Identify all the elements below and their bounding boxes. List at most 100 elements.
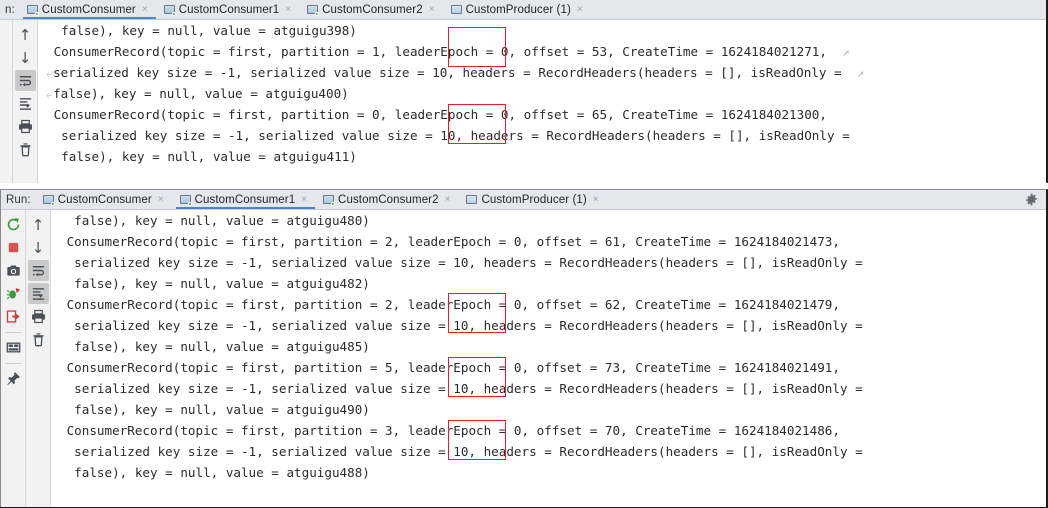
line-continues-indicator: ↗ (826, 44, 850, 59)
console-line: ConsumerRecord(topic = first, partition … (38, 104, 1046, 125)
console-line: false), key = null, value = atguigu482) (51, 273, 1046, 294)
console-line-text: serialized key size = -1, serialized val… (74, 381, 863, 396)
tab-customconsumer1[interactable]: CustomConsumer1 × (174, 190, 317, 209)
console-line-text: serialized key size = -1, serialized val… (74, 318, 863, 333)
export-icon[interactable] (3, 306, 24, 327)
scroll-to-end-icon[interactable] (27, 283, 49, 304)
print-icon[interactable] (15, 116, 36, 137)
left-toolbar-top (0, 20, 13, 183)
console-line-text: ConsumerRecord(topic = first, partition … (66, 360, 840, 375)
tab-customconsumer2[interactable]: CustomConsumer2 × (301, 0, 444, 19)
pin-icon[interactable] (3, 368, 24, 389)
close-icon[interactable]: × (141, 4, 155, 15)
stop-icon[interactable] (3, 237, 24, 258)
tab-list-top: CustomConsumer × CustomConsumer1 × CustomCon… (21, 0, 593, 19)
soft-wrap-icon[interactable] (27, 260, 49, 281)
console-line-text: serialized key size = -1, serialized val… (53, 65, 842, 80)
line-continues-indicator: ↗ (841, 65, 865, 80)
console-line: serialized key size = -1, serialized val… (51, 252, 1046, 273)
tab-label: CustomConsumer2 (338, 193, 439, 206)
console-line-text: false), key = null, value = atguigu480) (74, 213, 370, 228)
console-line: serialized key size = -1, serialized val… (38, 125, 1046, 146)
run-console-icon (307, 4, 320, 16)
console-output-bottom[interactable]: false), key = null, value = atguigu480) … (51, 210, 1046, 507)
trash-icon[interactable] (28, 329, 49, 350)
console-line: ConsumerRecord(topic = first, partition … (51, 294, 1046, 315)
up-arrow-icon[interactable]: ↑ (15, 24, 36, 45)
close-icon[interactable]: × (300, 194, 314, 205)
console-line-text: false), key = null, value = atguigu482) (74, 276, 370, 291)
tab-list-bottom: CustomConsumer × CustomConsumer1 × CustomCon… (37, 190, 609, 209)
screenshot-icon[interactable] (3, 260, 24, 281)
run-console-icon (163, 4, 176, 16)
run-panel-bottom: Run: CustomConsumer × CustomConsumer1 × Cust… (0, 189, 1048, 508)
console-line-text: false), key = null, value = atguigu400) (53, 86, 349, 101)
run-label-bottom: Run: (6, 193, 31, 206)
console-line-text: false), key = null, value = atguigu411) (61, 149, 357, 164)
console-line: serialized key size = -1, serialized val… (51, 441, 1046, 462)
down-arrow-icon[interactable]: ↓ (15, 47, 36, 68)
console-line-text: ConsumerRecord(topic = first, partition … (53, 107, 827, 122)
rerun-failed-icon[interactable] (3, 283, 24, 304)
close-icon[interactable]: × (157, 194, 171, 205)
run-console-icon (42, 194, 55, 206)
console-line: ConsumerRecord(topic = first, partition … (51, 420, 1046, 441)
tab-label: CustomProducer (1) (465, 3, 571, 16)
layout-icon[interactable] (3, 337, 24, 358)
close-icon[interactable]: × (444, 194, 458, 205)
close-icon[interactable]: × (576, 4, 590, 15)
console-line: serialized key size = -1, serialized val… (51, 315, 1046, 336)
trash-icon[interactable] (15, 139, 36, 160)
right-toolbar-bottom: ↑ ↓ (26, 210, 51, 507)
console-line: false), key = null, value = atguigu480) (51, 210, 1046, 231)
settings-gear-icon[interactable] (1025, 193, 1038, 206)
console-line-text: false), key = null, value = atguigu488) (74, 465, 370, 480)
console-line: ConsumerRecord(topic = first, partition … (51, 357, 1046, 378)
soft-wrap-indicator: ⤶ (46, 65, 54, 80)
run-console-icon (466, 194, 478, 205)
console-line: ConsumerRecord(topic = first, partition … (38, 41, 1046, 62)
up-arrow-icon[interactable]: ↑ (28, 214, 49, 235)
tab-customconsumer2[interactable]: CustomConsumer2 × (317, 190, 460, 209)
tab-customproducer-1[interactable]: CustomProducer (1) × (445, 0, 593, 19)
right-toolbar-top: ↑ ↓ (13, 20, 38, 183)
console-line: false), key = null, value = atguigu485) (51, 336, 1046, 357)
tab-customproducer-1[interactable]: CustomProducer (1) × (460, 190, 608, 209)
console-line: false), key = null, value = atguigu488) (51, 462, 1046, 483)
scroll-to-end-icon[interactable] (15, 93, 36, 114)
console-line-text: false), key = null, value = atguigu485) (74, 339, 370, 354)
console-output-top[interactable]: false), key = null, value = atguigu398) … (38, 20, 1046, 183)
tabstrip-top: n: CustomConsumer × CustomConsumer1 × Custom… (0, 0, 1046, 20)
console-line-text: ConsumerRecord(topic = first, partition … (66, 423, 840, 438)
panel-body-top: ↑ ↓ false), key = null, value = atguigu39… (0, 20, 1046, 183)
soft-wrap-indicator: ⤶ (46, 86, 54, 101)
down-arrow-icon[interactable]: ↓ (28, 237, 49, 258)
toolbar-separator (4, 332, 22, 333)
close-icon[interactable]: × (592, 194, 606, 205)
tab-customconsumer1[interactable]: CustomConsumer1 × (158, 0, 301, 19)
left-toolbar-bottom (1, 210, 26, 507)
tab-label: CustomConsumer1 (194, 193, 296, 206)
tab-label: CustomConsumer (41, 3, 136, 16)
close-icon[interactable]: × (284, 4, 298, 15)
console-line-text: false), key = null, value = atguigu398) (61, 23, 357, 38)
rerun-icon[interactable] (3, 214, 24, 235)
soft-wrap-icon[interactable] (14, 70, 36, 91)
console-line-text: serialized key size = -1, serialized val… (74, 255, 863, 270)
tab-customconsumer[interactable]: CustomConsumer × (37, 190, 174, 209)
tab-customconsumer[interactable]: CustomConsumer × (21, 0, 158, 19)
run-console-icon (323, 194, 336, 206)
console-line-text: false), key = null, value = atguigu490) (74, 402, 370, 417)
console-line-text: serialized key size = -1, serialized val… (61, 128, 850, 143)
run-panel-top: n: CustomConsumer × CustomConsumer1 × Custom… (0, 0, 1048, 183)
console-line: false), key = null, value = atguigu411) (38, 146, 1046, 167)
console-line: ConsumerRecord(topic = first, partition … (51, 231, 1046, 252)
console-line: ⤶serialized key size = -1, serialized va… (38, 62, 1046, 83)
run-console-icon (26, 4, 39, 16)
close-icon[interactable]: × (428, 4, 442, 15)
console-line: false), key = null, value = atguigu398) (38, 20, 1046, 41)
panel-body-bottom: ↑ ↓ false), key = null, value = atguigu48… (1, 210, 1046, 507)
print-icon[interactable] (28, 306, 49, 327)
toolbar-separator (4, 363, 22, 364)
tab-label: CustomConsumer1 (178, 3, 280, 16)
